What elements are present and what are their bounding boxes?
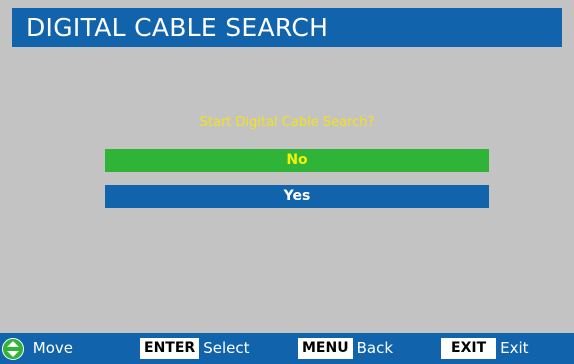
tv-screen: DIGITAL CABLE SEARCH Start Digital Cable…: [0, 0, 574, 364]
footer-move: Move: [2, 338, 74, 360]
footer-menu: MENU Back: [298, 338, 393, 359]
enter-label: Select: [203, 339, 250, 357]
footer-enter: ENTER Select: [140, 338, 249, 359]
prompt-text: Start Digital Cable Search?: [199, 115, 375, 130]
dialog-panel: Start Digital Cable Search? No Yes: [12, 47, 562, 322]
menu-label: Back: [356, 339, 394, 357]
page-title: DIGITAL CABLE SEARCH: [12, 8, 562, 47]
enter-key: ENTER: [140, 338, 200, 359]
option-no-label: No: [286, 152, 308, 168]
option-yes-label: Yes: [283, 188, 311, 204]
option-no-button[interactable]: No: [105, 149, 489, 172]
menu-key: MENU: [298, 338, 353, 359]
move-label: Move: [32, 339, 74, 357]
exit-label: Exit: [500, 339, 529, 357]
exit-key: EXIT: [441, 338, 497, 359]
footer-exit: EXIT Exit: [441, 338, 529, 359]
up-down-arrows-icon: [2, 338, 24, 360]
option-yes-button[interactable]: Yes: [105, 185, 489, 208]
footer-bar: Move ENTER Select MENU Back EXIT Exit: [0, 333, 574, 364]
